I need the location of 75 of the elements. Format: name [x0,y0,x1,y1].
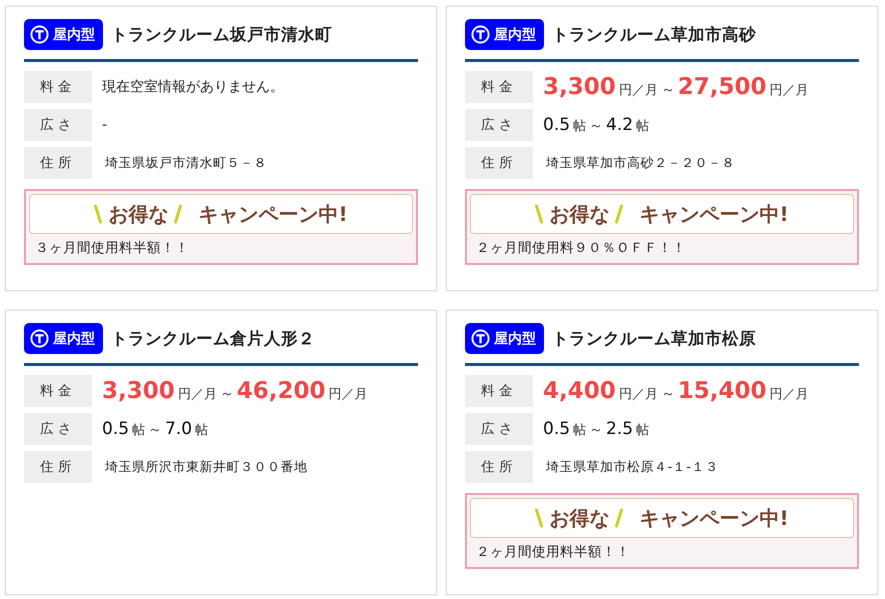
slash-icon [94,204,102,224]
slash-icon [615,204,624,224]
field-label: 広さ [24,109,92,141]
price-value: 3,300 [102,378,175,404]
listing-title[interactable]: トランクルーム倉片人形２ [111,328,315,350]
unit-label: 円／月 [770,82,809,99]
range-separator: ～ [660,81,675,99]
address-value: 埼玉県坂戸市清水町５－８ [104,155,267,172]
field-label: 広さ [465,109,533,141]
field-label: 広さ [465,413,533,445]
size-value: 2.5 [606,419,634,439]
slash-icon [615,508,624,528]
size-value: 0.5 [543,419,570,439]
campaign-note: ３ヶ月間使用料半額！！ [35,239,190,257]
field-value: - [102,117,108,133]
campaign-note: ２ヶ月間使用料９０％ＯＦＦ！！ [476,239,687,257]
circled-t-icon [471,25,490,44]
banner-heading: キャンペーン中! [639,504,789,532]
unit-label: 円／月 [770,386,809,403]
range-separator: ～ [148,421,162,439]
field-label: 住所 [465,451,533,483]
field-label: 広さ [24,413,92,445]
unit-label: 円／月 [328,386,368,403]
price-value: 4,400 [543,378,616,404]
badge-label: 屋内型 [53,330,95,348]
field-label: 住所 [24,147,92,179]
price-value: 27,500 [678,74,767,100]
slash-icon [174,204,182,224]
banner-lead: お得な [549,200,610,228]
unit-label: 帖 [573,118,586,135]
field-label: 料金 [24,71,92,103]
address-value: 埼玉県草加市松原４-１-１３ [545,459,718,476]
field-label: 住所 [24,451,92,483]
field-value: 現在空室情報がありません。 [102,78,284,96]
listing-title[interactable]: トランクルーム坂戸市清水町 [111,24,332,46]
range-separator: ～ [589,421,604,439]
circled-t-icon [30,25,49,44]
badge-label: 屋内型 [494,330,536,348]
address-value: 埼玉県草加市高砂２－２０－８ [545,155,735,172]
field-label: 住所 [465,147,533,179]
size-value: 4.2 [606,115,634,135]
range-separator: ～ [589,117,604,135]
banner-lead: お得な [549,504,610,532]
size-value: 0.5 [543,115,570,135]
campaign-note: ２ヶ月間使用料半額！！ [476,543,631,561]
banner-lead: お得な [108,200,168,228]
banner-heading: キャンペーン中! [639,200,789,228]
unit-label: 帖 [573,422,586,439]
badge-label: 屋内型 [494,26,536,44]
price-value: 46,200 [236,378,326,404]
listing-title[interactable]: トランクルーム草加市松原 [552,328,756,350]
range-separator: ～ [220,385,234,403]
slash-icon [535,204,544,224]
unit-label: 帖 [636,118,650,135]
price-value: 15,400 [678,378,767,404]
size-value: 7.0 [165,419,192,439]
unit-label: 帖 [195,422,208,439]
circled-t-icon [30,329,49,348]
unit-label: 帖 [636,422,650,439]
price-value: 3,300 [543,74,616,100]
unit-label: 円／月 [618,82,658,99]
field-label: 料金 [465,375,533,407]
unit-label: 円／月 [618,386,658,403]
banner-heading: キャンペーン中! [198,200,348,228]
size-value: 0.5 [102,419,130,439]
unit-label: 帖 [132,422,146,439]
unit-label: 円／月 [178,386,217,403]
circled-t-icon [471,329,490,348]
badge-label: 屋内型 [53,26,95,44]
field-label: 料金 [465,71,533,103]
range-separator: ～ [660,385,675,403]
address-value: 埼玉県所沢市東新井町３００番地 [104,459,308,476]
slash-icon [535,508,544,528]
listing-title[interactable]: トランクルーム草加市高砂 [552,24,756,46]
field-label: 料金 [24,375,92,407]
